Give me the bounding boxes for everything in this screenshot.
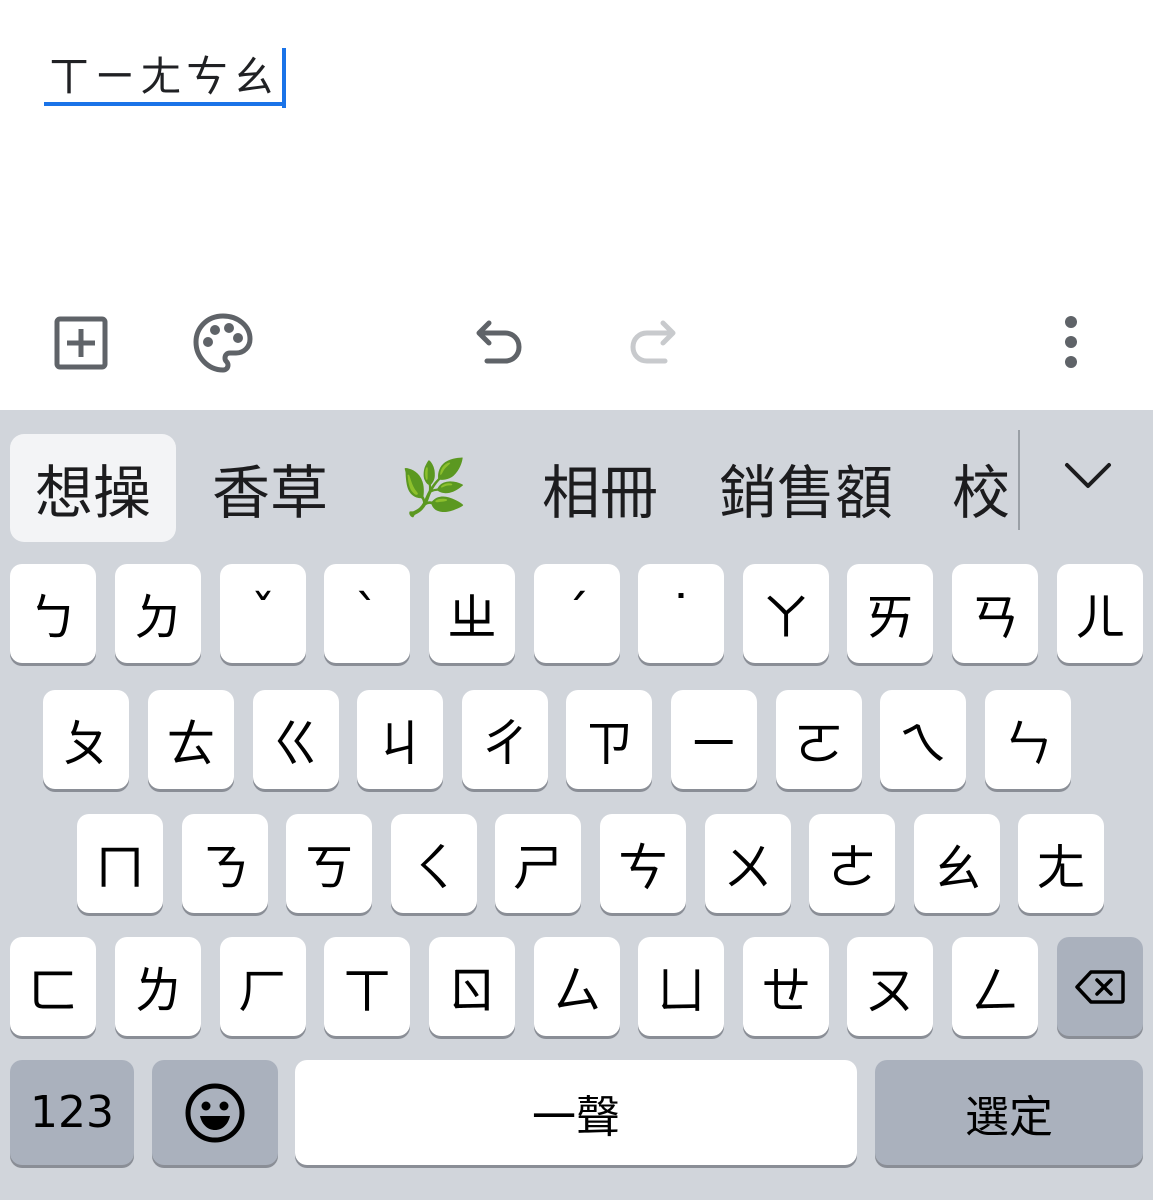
space-key[interactable]: 一聲 — [295, 1060, 857, 1165]
key[interactable]: ㄔ — [462, 690, 548, 789]
backspace-icon — [1075, 969, 1125, 1004]
key[interactable]: ㄨ — [705, 814, 791, 913]
candidate-item-herb-emoji[interactable]: 🌿 — [384, 434, 484, 542]
numbers-key[interactable]: 123 — [10, 1060, 134, 1165]
key[interactable]: ㄡ — [847, 937, 933, 1036]
key[interactable]: ㄆ — [43, 690, 129, 789]
candidate-item[interactable]: 相冊 — [520, 434, 680, 542]
key[interactable]: ㄏ — [220, 937, 306, 1036]
composing-text-field[interactable]: ㄒㄧㄤㄘㄠ — [44, 48, 287, 108]
select-key[interactable]: 選定 — [875, 1060, 1143, 1165]
candidate-item[interactable]: 想操 — [10, 434, 176, 542]
key[interactable]: ㄚ — [743, 564, 829, 663]
key[interactable]: ㄑ — [391, 814, 477, 913]
key[interactable]: ㄓ — [429, 564, 515, 663]
undo-icon[interactable] — [462, 310, 528, 376]
key[interactable]: ㄉ — [115, 564, 201, 663]
key[interactable]: ㄤ — [1018, 814, 1104, 913]
key[interactable]: ㄞ — [847, 564, 933, 663]
text-cursor — [282, 48, 287, 108]
redo-icon[interactable] — [624, 310, 690, 376]
key[interactable]: ㄢ — [952, 564, 1038, 663]
key[interactable]: ㄦ — [1057, 564, 1143, 663]
smiley-icon — [185, 1083, 245, 1142]
key[interactable]: ㄈ — [10, 937, 96, 1036]
key[interactable]: ˋ — [324, 564, 410, 663]
backspace-key[interactable] — [1057, 937, 1143, 1036]
key[interactable]: ㄌ — [115, 937, 201, 1036]
key[interactable]: ㄗ — [566, 690, 652, 789]
key[interactable]: ㄎ — [286, 814, 372, 913]
emoji-key[interactable] — [152, 1060, 278, 1165]
key[interactable]: ㄕ — [495, 814, 581, 913]
candidate-bar: 想操 香草 🌿 相冊 銷售額 校 — [0, 410, 1153, 555]
key[interactable]: ㄘ — [600, 814, 686, 913]
key[interactable]: ㄋ — [182, 814, 268, 913]
key[interactable]: ㄥ — [952, 937, 1038, 1036]
zhuyin-keyboard: 想操 香草 🌿 相冊 銷售額 校 ㄅ ㄉ ˇ ˋ ㄓ ˊ ˙ ㄚ ㄞ ㄢ ㄦ ㄆ… — [0, 410, 1153, 1200]
note-editor: ㄒㄧㄤㄘㄠ — [0, 0, 1153, 410]
key[interactable]: ㄇ — [77, 814, 163, 913]
candidate-divider — [1018, 430, 1020, 530]
key[interactable]: ㄍ — [253, 690, 339, 789]
key[interactable]: ㄝ — [743, 937, 829, 1036]
key[interactable]: ㄠ — [914, 814, 1000, 913]
key[interactable]: ㄛ — [776, 690, 862, 789]
candidate-item[interactable]: 銷售額 — [706, 434, 906, 542]
key[interactable]: ㄜ — [809, 814, 895, 913]
key[interactable]: ˇ — [220, 564, 306, 663]
palette-icon[interactable] — [188, 308, 258, 378]
key[interactable]: ㄣ — [985, 690, 1071, 789]
key[interactable]: ㄟ — [880, 690, 966, 789]
key[interactable]: ㄒ — [324, 937, 410, 1036]
candidate-item[interactable]: 校 — [952, 434, 1026, 542]
key[interactable]: ˊ — [534, 564, 620, 663]
key[interactable]: ㄅ — [10, 564, 96, 663]
key[interactable]: ㄐ — [357, 690, 443, 789]
add-box-icon[interactable] — [48, 310, 114, 376]
key[interactable]: ㄖ — [429, 937, 515, 1036]
key[interactable]: ㄙ — [534, 937, 620, 1036]
key[interactable]: ㄩ — [638, 937, 724, 1036]
key[interactable]: ㄧ — [671, 690, 757, 789]
more-vert-icon[interactable] — [1048, 306, 1094, 378]
key[interactable]: ㄊ — [148, 690, 234, 789]
key[interactable]: ˙ — [638, 564, 724, 663]
composing-text[interactable]: ㄒㄧㄤㄘㄠ — [44, 48, 283, 106]
chevron-down-icon[interactable] — [1052, 440, 1124, 512]
candidate-item[interactable]: 香草 — [190, 434, 350, 542]
